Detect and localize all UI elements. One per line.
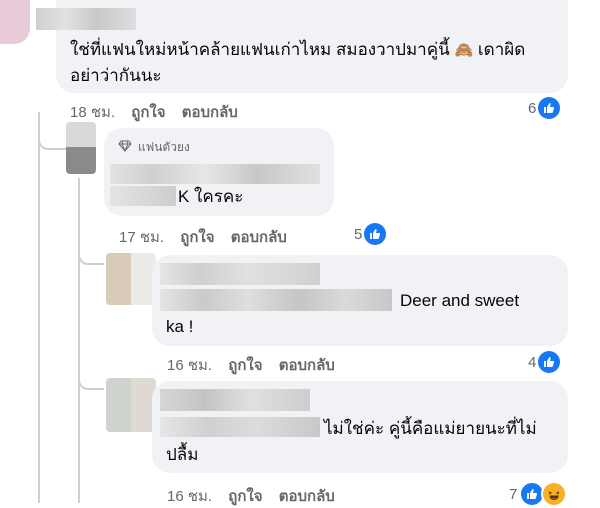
comment-bubble: ไม่ใช่ค่ะ คู่นี้คือแม่ยายนะที่ไม่ ปลื้ม [152,381,568,473]
diamond-icon [118,140,132,155]
comment-text: Deer and sweet [400,291,520,310]
reaction-summary[interactable]: 5 [354,223,387,245]
reply-button[interactable]: ตอบกลับ [279,357,335,374]
thread-line [38,130,68,150]
like-button[interactable]: ถูกใจ [228,357,262,374]
reaction-summary[interactable]: 7 [509,481,568,507]
timestamp[interactable]: 16 ชม. [167,357,212,374]
reply-button[interactable]: ตอบกลับ [279,488,335,505]
fan-badge: แฟนตัวยง [118,138,190,157]
haha-icon [541,481,568,507]
reply-button[interactable]: ตอบกลับ [231,229,287,246]
thread-line [38,112,41,503]
reaction-count: 7 [509,485,518,503]
blurred-author-name[interactable] [36,8,136,30]
badge-label: แฟนตัวยง [138,140,190,154]
reaction-count: 5 [354,225,363,243]
avatar[interactable] [106,378,156,432]
avatar[interactable] [66,122,96,174]
blurred-author-name[interactable] [110,164,320,184]
comment-bubble: ใช่ที่แฟนใหม่หน้าคล้ายแฟนเก่าไหม สมองวาป… [36,0,568,93]
monkey-emoji: 🙈 [454,42,474,59]
reaction-count: 4 [528,353,537,371]
blurred-text [160,289,392,311]
thumbs-up-icon [364,223,387,245]
comment-text: K ใครคะ [178,187,244,206]
comment-text: อย่าว่ากันนะ [70,66,162,85]
blurred-text [110,186,176,206]
avatar[interactable] [106,253,156,305]
like-button[interactable]: ถูกใจ [228,488,262,505]
comment-text: ไม่ใช่ค่ะ คู่นี้คือแม่ยายนะที่ไม่ [324,419,537,438]
comment-text: ปลื้ม [166,445,199,464]
comment-bubble: Deer and sweet ka ! [152,255,568,346]
like-button[interactable]: ถูกใจ [180,229,214,246]
thumbs-up-icon [538,97,561,119]
thread-line [78,370,104,390]
reaction-summary[interactable]: 4 [528,351,561,373]
timestamp[interactable]: 18 ชม. [70,104,115,121]
timestamp[interactable]: 17 ชม. [119,229,164,246]
reaction-count: 6 [528,99,537,117]
blurred-author-name[interactable] [160,389,310,411]
avatar[interactable] [0,0,30,44]
comment-text: ใช่ที่แฟนใหม่หน้าคล้ายแฟนเก่าไหม สมองวาป… [70,40,450,59]
thumbs-up-icon [538,351,561,373]
thread-line [78,178,81,503]
blurred-text [160,417,320,437]
like-button[interactable]: ถูกใจ [131,104,165,121]
reaction-summary[interactable]: 6 [528,97,561,119]
comment-bubble: แฟนตัวยง K ใครคะ [104,128,334,216]
timestamp[interactable]: 16 ชม. [167,488,212,505]
thread-line [78,245,104,265]
blurred-author-name[interactable] [160,263,320,285]
comment-text: เดาผิด [477,40,526,59]
reply-button[interactable]: ตอบกลับ [182,104,238,121]
comment-text: ka ! [166,317,194,336]
